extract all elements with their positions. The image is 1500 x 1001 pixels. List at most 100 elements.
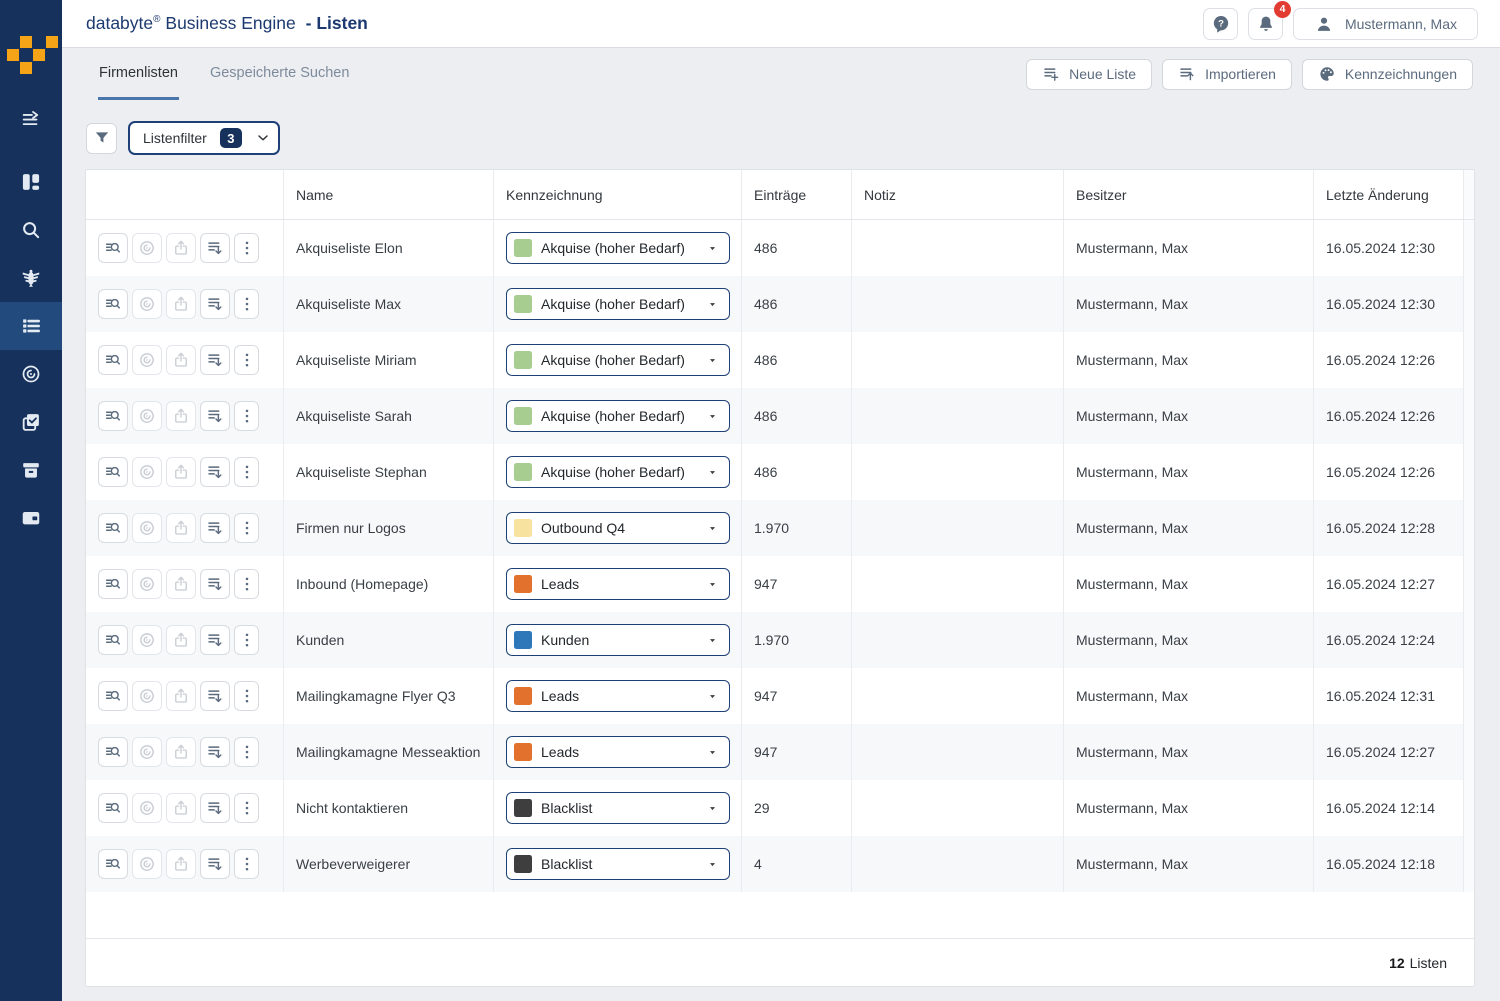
list-export-button[interactable] <box>200 457 230 487</box>
sidebar-item-wallet[interactable] <box>0 494 62 542</box>
filter-row: Listenfilter 3 <box>86 121 1500 155</box>
share-icon <box>172 519 190 537</box>
row-menu-button[interactable] <box>234 513 259 543</box>
list-share-button <box>166 401 196 431</box>
current-page-name: - Listen <box>306 13 368 33</box>
row-menu-button[interactable] <box>234 345 259 375</box>
note-cell <box>852 276 1064 332</box>
list-preview-button[interactable] <box>98 457 128 487</box>
list-preview-button[interactable] <box>98 233 128 263</box>
list-export-button[interactable] <box>200 233 230 263</box>
label-color-swatch <box>514 295 532 313</box>
list-export-button[interactable] <box>200 345 230 375</box>
caret-down-icon <box>707 635 718 646</box>
row-menu-button[interactable] <box>234 457 259 487</box>
list-preview-button[interactable] <box>98 793 128 823</box>
label-color-swatch <box>514 463 532 481</box>
kennzeichnung-select[interactable]: Akquise (hoher Bedarf) <box>506 288 730 320</box>
label-color-swatch <box>514 351 532 369</box>
kennzeichnung-select[interactable]: Kunden <box>506 624 730 656</box>
import-button[interactable]: Importieren <box>1162 59 1292 90</box>
list-share-button <box>166 849 196 879</box>
list-export-button[interactable] <box>200 793 230 823</box>
kennzeichnung-select[interactable]: Leads <box>506 736 730 768</box>
sidebar-item-search[interactable] <box>0 206 62 254</box>
row-menu-button[interactable] <box>234 401 259 431</box>
row-menu-button[interactable] <box>234 849 259 879</box>
list-name-cell: Akquiseliste Max <box>284 276 494 332</box>
kennzeichnung-select[interactable]: Akquise (hoher Bedarf) <box>506 400 730 432</box>
owner-cell: Mustermann, Max <box>1064 332 1314 388</box>
tab-firmenlisten[interactable]: Firmenlisten <box>98 48 179 100</box>
listenfilter-dropdown[interactable]: Listenfilter 3 <box>128 121 280 155</box>
kebab-menu-icon <box>238 631 256 649</box>
kennzeichnung-select[interactable]: Akquise (hoher Bedarf) <box>506 344 730 376</box>
kennzeichnung-cell: Blacklist <box>494 780 742 836</box>
list-share-button <box>166 289 196 319</box>
list-preview-button[interactable] <box>98 289 128 319</box>
lists-table: NameKennzeichnungEinträgeNotizBesitzerLe… <box>85 169 1475 987</box>
list-share-button <box>166 569 196 599</box>
list-export-button[interactable] <box>200 513 230 543</box>
label-name: Kunden <box>541 632 698 648</box>
list-preview-button[interactable] <box>98 345 128 375</box>
list-export-button[interactable] <box>200 849 230 879</box>
sidebar-item-lists[interactable] <box>0 302 62 350</box>
sidebar-item-dashboard[interactable] <box>0 158 62 206</box>
kebab-menu-icon <box>238 519 256 537</box>
sidebar-item-collapse[interactable] <box>0 96 62 144</box>
row-menu-button[interactable] <box>234 625 259 655</box>
kennzeichnung-select[interactable]: Blacklist <box>506 792 730 824</box>
page-title: databyte® Business Engine - Listen <box>86 13 368 34</box>
list-export-button[interactable] <box>200 681 230 711</box>
kennzeichnung-select[interactable]: Akquise (hoher Bedarf) <box>506 232 730 264</box>
kennzeichnung-select[interactable]: Leads <box>506 680 730 712</box>
list-preview-button[interactable] <box>98 569 128 599</box>
caret-down-icon <box>707 467 718 478</box>
list-preview-button[interactable] <box>98 513 128 543</box>
sidebar-item-tasks[interactable] <box>0 398 62 446</box>
list-preview-button[interactable] <box>98 625 128 655</box>
list-share-button <box>166 345 196 375</box>
row-menu-button[interactable] <box>234 569 259 599</box>
sidebar-item-selections[interactable] <box>0 350 62 398</box>
kennzeichnung-cell: Akquise (hoher Bedarf) <box>494 444 742 500</box>
list-preview-button[interactable] <box>98 737 128 767</box>
share-icon <box>172 351 190 369</box>
filter-button[interactable] <box>86 123 117 154</box>
kennzeichnung-select[interactable]: Blacklist <box>506 848 730 880</box>
entries-cell: 29 <box>742 780 852 836</box>
table-row: WerbeverweigererBlacklist4Mustermann, Ma… <box>86 836 1474 892</box>
row-menu-button[interactable] <box>234 681 259 711</box>
list-preview-button[interactable] <box>98 849 128 879</box>
tab-gespeicherte-suchen[interactable]: Gespeicherte Suchen <box>209 48 350 100</box>
new-list-button[interactable]: Neue Liste <box>1026 59 1152 90</box>
row-menu-button[interactable] <box>234 233 259 263</box>
list-preview-button[interactable] <box>98 681 128 711</box>
list-export-button[interactable] <box>200 737 230 767</box>
label-name: Outbound Q4 <box>541 520 698 536</box>
user-menu-button[interactable]: Mustermann, Max <box>1293 8 1478 40</box>
list-export-button[interactable] <box>200 625 230 655</box>
list-export-button[interactable] <box>200 401 230 431</box>
list-export-icon <box>206 631 224 649</box>
help-icon: ? <box>1211 14 1231 34</box>
sidebar-item-register[interactable] <box>0 254 62 302</box>
kennzeichnung-select[interactable]: Outbound Q4 <box>506 512 730 544</box>
row-menu-button[interactable] <box>234 793 259 823</box>
sidebar-item-archive[interactable] <box>0 446 62 494</box>
share-icon <box>172 631 190 649</box>
list-export-icon <box>206 295 224 313</box>
list-export-button[interactable] <box>200 569 230 599</box>
row-menu-button[interactable] <box>234 737 259 767</box>
list-export-button[interactable] <box>200 289 230 319</box>
help-button[interactable]: ? <box>1203 8 1238 40</box>
target-icon <box>138 575 156 593</box>
list-export-icon <box>206 239 224 257</box>
list-preview-button[interactable] <box>98 401 128 431</box>
kennzeichnung-select[interactable]: Leads <box>506 568 730 600</box>
labels-button[interactable]: Kennzeichnungen <box>1302 59 1473 90</box>
main-area: databyte® Business Engine - Listen ? 4 M… <box>62 0 1500 1001</box>
row-menu-button[interactable] <box>234 289 259 319</box>
kennzeichnung-select[interactable]: Akquise (hoher Bedarf) <box>506 456 730 488</box>
